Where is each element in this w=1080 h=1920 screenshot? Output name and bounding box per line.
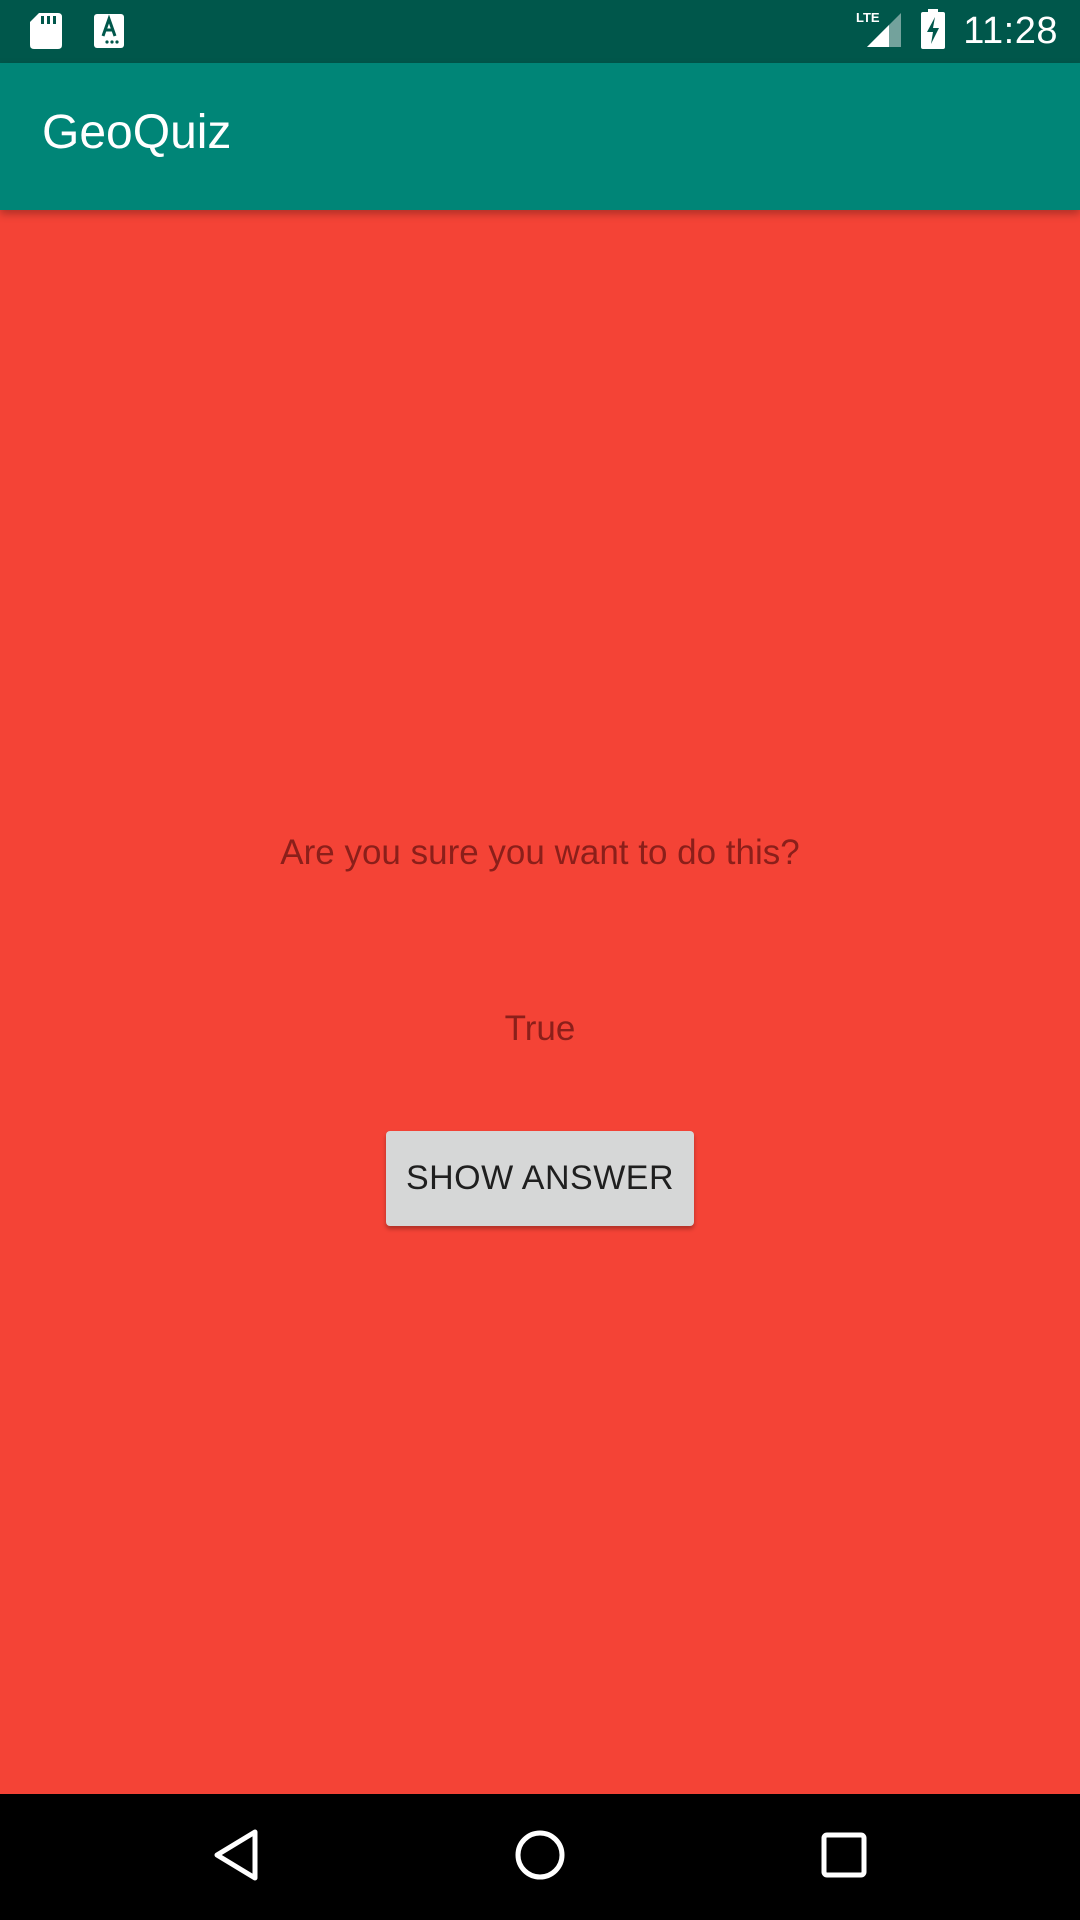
recents-button[interactable] — [809, 1822, 879, 1892]
text-a-icon — [94, 14, 124, 53]
answer-text: True — [504, 1009, 576, 1048]
home-button[interactable] — [505, 1822, 575, 1892]
back-button[interactable] — [201, 1822, 271, 1892]
status-bar: LTE 11:28 — [0, 0, 1080, 63]
svg-text:LTE: LTE — [856, 10, 880, 25]
app-title: GeoQuiz — [42, 106, 232, 159]
status-time: 11:28 — [963, 10, 1058, 52]
back-icon — [211, 1828, 261, 1887]
battery-charging-icon — [921, 9, 946, 54]
show-answer-button[interactable]: SHOW ANSWER — [386, 1131, 694, 1226]
recents-icon — [820, 1831, 868, 1884]
home-icon — [513, 1828, 567, 1887]
sd-card-icon — [30, 13, 62, 54]
cheat-screen: Are you sure you want to do this? True S… — [0, 210, 1080, 1794]
warning-text: Are you sure you want to do this? — [280, 833, 800, 872]
lte-signal-icon: LTE — [855, 9, 903, 54]
navigation-bar — [0, 1794, 1080, 1920]
app-bar: GeoQuiz — [0, 63, 1080, 210]
